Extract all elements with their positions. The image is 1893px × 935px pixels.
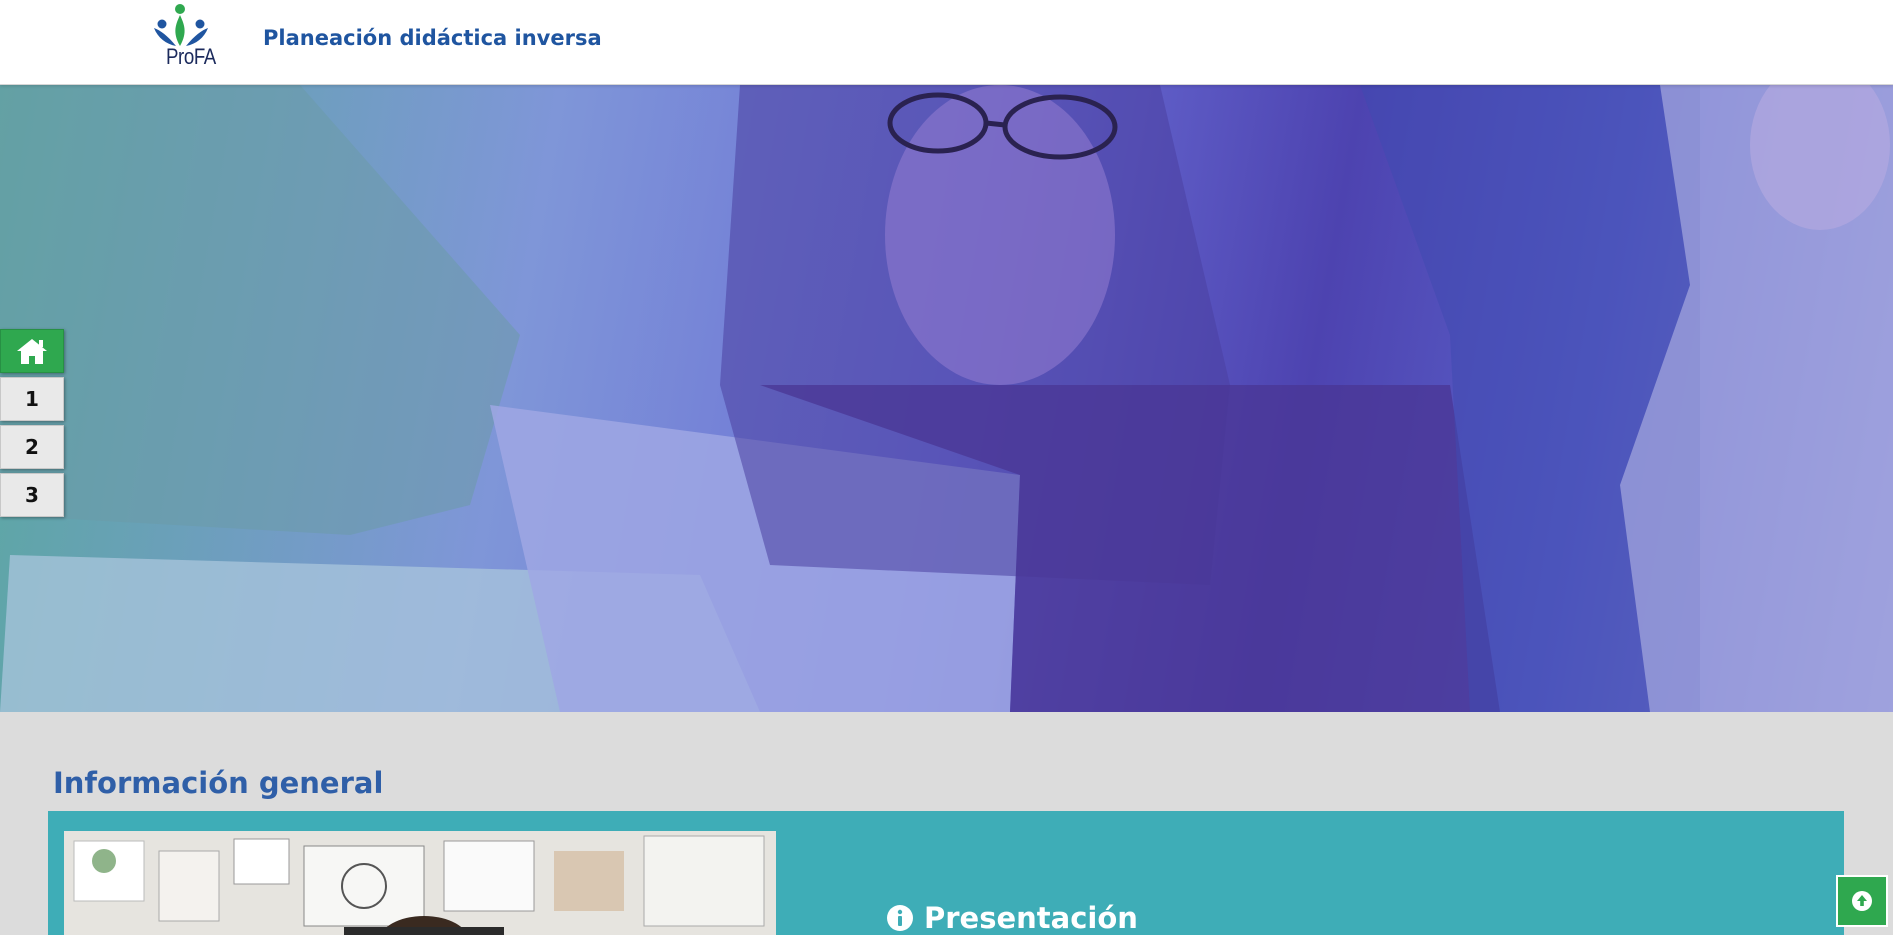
panel-photo [64, 831, 776, 935]
info-panel: Presentación [48, 811, 1844, 935]
info-circle-icon [887, 905, 913, 931]
hero-banner [0, 85, 1893, 712]
logo-text: ProFA [166, 44, 216, 69]
section-side-nav: 1 2 3 [0, 329, 65, 521]
site-title[interactable]: Planeación didáctica inversa [263, 26, 602, 50]
hero-office-photo [0, 85, 1893, 712]
home-icon [17, 339, 47, 364]
nav-section-3-button[interactable]: 3 [0, 473, 64, 517]
scroll-to-top-button[interactable] [1836, 875, 1888, 927]
arrow-up-circle-icon [1852, 891, 1872, 911]
section-title: Información general [53, 766, 384, 800]
nav-home-button[interactable] [0, 329, 64, 373]
top-header: ProFA Planeación didáctica inversa [0, 0, 1893, 85]
nav-section-1-button[interactable]: 1 [0, 377, 64, 421]
nav-section-2-button[interactable]: 2 [0, 425, 64, 469]
presentation-heading-text: Presentación [924, 901, 1138, 935]
moodboard-photo [64, 831, 776, 935]
presentation-heading[interactable]: Presentación [886, 901, 1138, 935]
